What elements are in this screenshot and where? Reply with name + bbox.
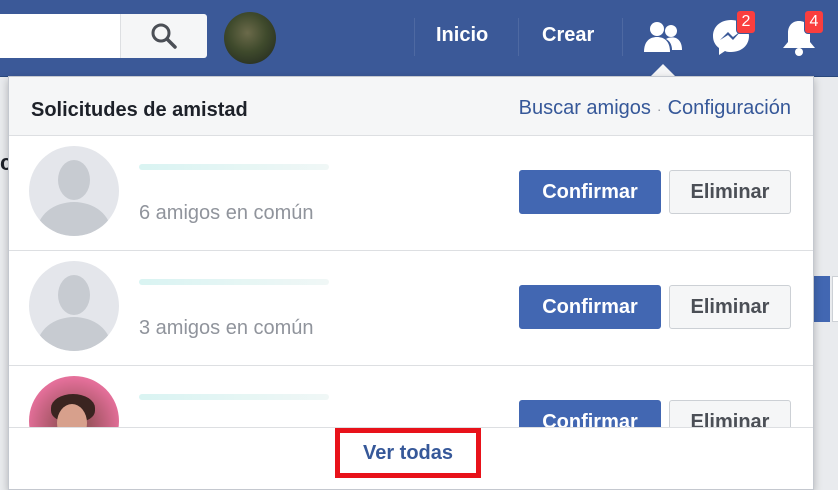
nav-divider [414, 18, 415, 56]
header-links: Buscar amigos · Configuración [519, 97, 791, 120]
nav-divider [518, 18, 519, 56]
background-button-fragment [832, 276, 838, 322]
dropdown-footer: Ver todas [9, 427, 813, 489]
avatar-shoulders [37, 202, 111, 236]
messages-badge: 2 [736, 10, 756, 34]
confirm-button[interactable]: Confirmar [519, 170, 661, 214]
friend-requests-button[interactable] [642, 16, 684, 58]
search-input[interactable] [0, 14, 118, 58]
requester-name-hidden[interactable] [139, 164, 329, 170]
nav-divider [622, 18, 623, 56]
notifications-badge: 4 [804, 10, 824, 34]
avatar-head [58, 160, 90, 200]
find-friends-link[interactable]: Buscar amigos [519, 97, 651, 119]
avatar-shoulders [37, 317, 111, 351]
search-icon [151, 23, 177, 49]
create-link[interactable]: Crear [542, 24, 594, 47]
search-button[interactable] [120, 14, 207, 58]
friend-request-item: 3 amigos en común Confirmar Eliminar [9, 251, 813, 366]
avatar-placeholder-icon[interactable] [29, 146, 119, 236]
delete-button[interactable]: Eliminar [669, 285, 791, 329]
avatar-head [58, 275, 90, 315]
dropdown-title: Solicitudes de amistad [31, 99, 248, 121]
mutual-friends-count[interactable]: 3 amigos en común [139, 317, 314, 340]
profile-avatar[interactable] [224, 12, 276, 64]
friend-request-item: 6 amigos en común Confirmar Eliminar [9, 136, 813, 251]
friends-icon [644, 22, 682, 52]
background-button-fragment [812, 276, 830, 322]
messenger-button[interactable]: 2 [710, 10, 756, 58]
search-box [0, 14, 207, 58]
dropdown-header: Solicitudes de amistad Buscar amigos · Con… [9, 77, 813, 136]
delete-button[interactable]: Eliminar [669, 170, 791, 214]
requester-name-hidden[interactable] [139, 394, 329, 400]
avatar-placeholder-icon[interactable] [29, 261, 119, 351]
top-navigation-bar: Inicio Crear 2 4 [0, 0, 838, 77]
friend-requests-dropdown: Solicitudes de amistad Buscar amigos · Con… [8, 76, 814, 490]
requester-name-hidden[interactable] [139, 279, 329, 285]
link-separator: · [656, 100, 662, 117]
see-all-link[interactable]: Ver todas [335, 428, 481, 478]
mutual-friends-count[interactable]: 6 amigos en común [139, 202, 314, 225]
notifications-button[interactable]: 4 [778, 10, 824, 58]
settings-link[interactable]: Configuración [668, 97, 791, 119]
home-link[interactable]: Inicio [436, 24, 488, 47]
confirm-button[interactable]: Confirmar [519, 285, 661, 329]
